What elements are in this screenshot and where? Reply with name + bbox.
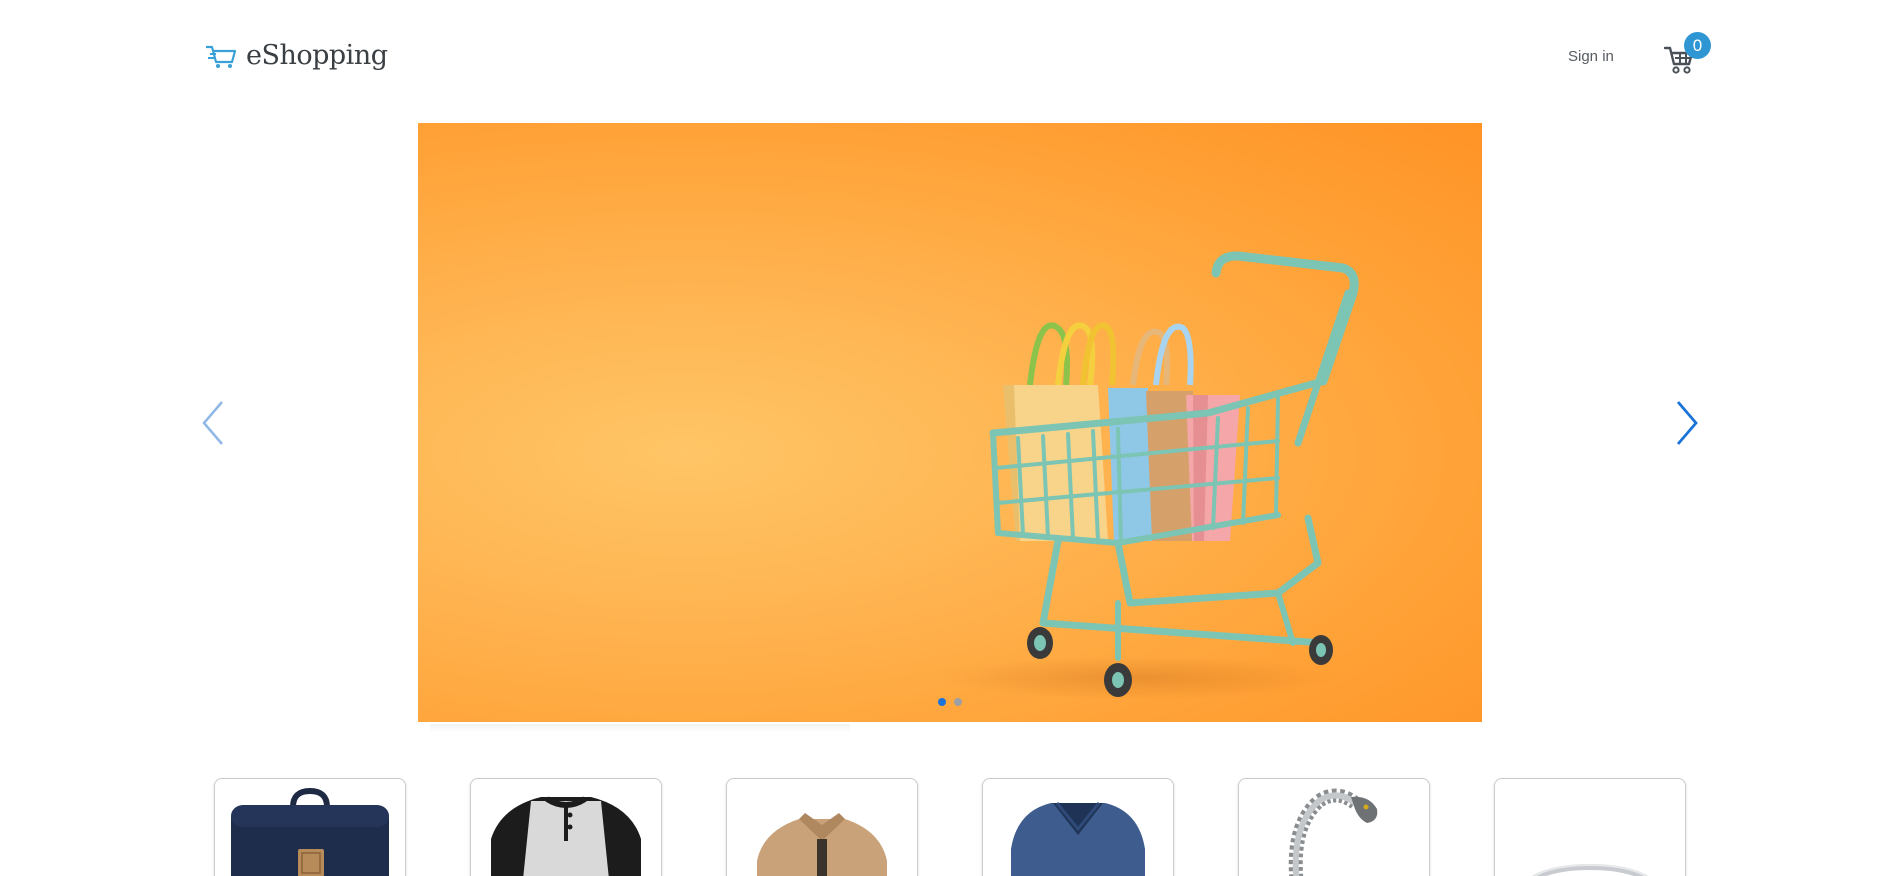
product-card-jacket[interactable] (726, 778, 918, 876)
hero-carousel (418, 123, 1482, 722)
carousel-indicators (938, 698, 962, 706)
chevron-left-icon (202, 401, 223, 445)
carousel-dot-1[interactable] (938, 698, 946, 706)
henley-shirt-image (491, 796, 641, 876)
product-card-backpack[interactable] (214, 778, 406, 876)
beige-jacket-image (757, 813, 887, 876)
sign-in-link[interactable]: Sign in (1568, 48, 1614, 65)
carousel-shadow (430, 724, 850, 732)
page: eShopping Sign in 0 (0, 0, 1899, 876)
logo-link[interactable]: eShopping (204, 40, 388, 71)
silver-bracelet-image (1288, 788, 1378, 876)
carousel-dot-2[interactable] (954, 698, 962, 706)
product-card-henley-shirt[interactable] (470, 778, 662, 876)
logo-text: eShopping (246, 40, 388, 71)
product-card-bracelet[interactable] (1238, 778, 1430, 876)
blue-sweater-image (1011, 802, 1145, 876)
carousel-next-button[interactable] (1670, 398, 1704, 448)
carousel-prev-button[interactable] (196, 398, 230, 448)
chevron-right-icon (1676, 401, 1698, 445)
product-card-sweater[interactable] (982, 778, 1174, 876)
shopping-cart-logo-icon (204, 42, 238, 70)
product-card-ring[interactable] (1494, 778, 1686, 876)
silver-ring-image (1532, 864, 1648, 876)
navy-backpack-image (231, 787, 389, 876)
product-list (214, 778, 1686, 876)
cart-count-badge: 0 (1684, 32, 1711, 59)
shopping-cart-banner-image (938, 251, 1359, 700)
site-header: eShopping Sign in 0 (0, 0, 1899, 120)
